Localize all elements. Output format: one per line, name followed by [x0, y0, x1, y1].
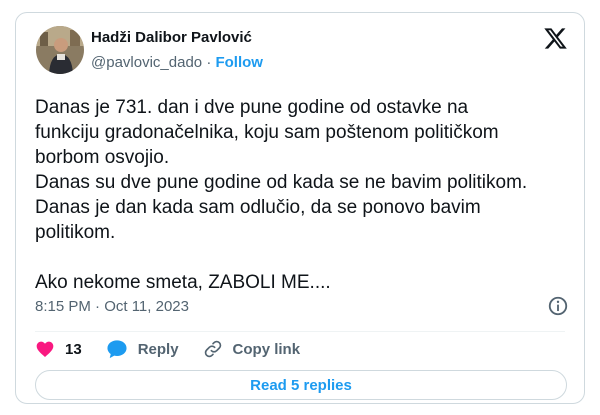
tweet-line: Danas je 731. dan i dve pune godine od o…: [35, 97, 469, 118]
author-name[interactable]: Hadži Dalibor Pavlović: [91, 29, 252, 46]
author-handle[interactable]: @pavlovic_dado: [91, 54, 202, 71]
tweet-line: Danas su dve pune godine od kada se ne b…: [35, 172, 528, 193]
x-logo-icon[interactable]: [543, 26, 568, 51]
tweet-line: politikom.: [35, 222, 116, 243]
divider: [35, 331, 565, 332]
tweet-line: Ako nekome smeta, ZABOLI ME....: [35, 272, 331, 293]
copy-link-button[interactable]: Copy link: [203, 339, 301, 359]
avatar[interactable]: [36, 26, 84, 74]
tweet-line: Danas je dan kada sam odlučio, da se pon…: [35, 197, 481, 218]
copy-link-label: Copy link: [232, 340, 301, 358]
tweet-line: funkciju gradonačelnika, koju sam pošten…: [35, 122, 499, 143]
reply-label: Reply: [137, 340, 179, 358]
reply-bubble-icon: [107, 340, 127, 359]
like-count: 13: [65, 340, 82, 358]
action-bar: 13 Reply Copy link: [35, 337, 324, 361]
tweet-line: borbom osvojio.: [35, 147, 170, 168]
like-button[interactable]: 13: [35, 339, 82, 359]
link-icon: [204, 340, 221, 358]
info-icon[interactable]: [547, 295, 569, 317]
tweet-timestamp[interactable]: 8:15 PM · Oct 11, 2023: [35, 298, 189, 315]
read-replies-label: Read 5 replies: [250, 376, 352, 394]
reply-button[interactable]: Reply: [106, 339, 179, 359]
tweet-text: Danas je 731. dan i dve pune godine od o…: [35, 95, 575, 295]
author-handle-line: @pavlovic_dado · Follow: [91, 54, 263, 71]
read-replies-button[interactable]: Read 5 replies: [35, 370, 567, 400]
follow-button[interactable]: Follow: [215, 54, 263, 71]
tweet-card: Hadži Dalibor Pavlović @pavlovic_dado · …: [15, 12, 585, 404]
avatar-image: [36, 26, 84, 74]
heart-icon: [36, 341, 54, 357]
handle-separator: ·: [206, 54, 212, 71]
